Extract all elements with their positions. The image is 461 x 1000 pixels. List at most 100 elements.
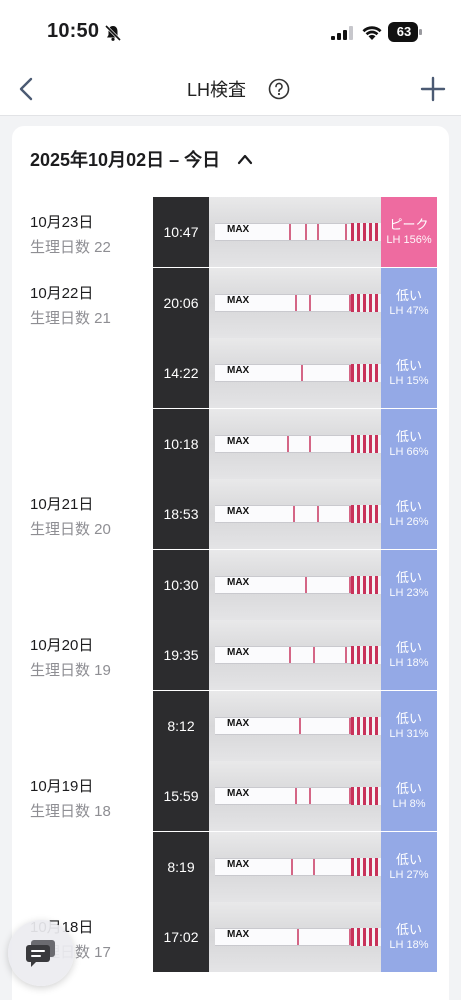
strip-max-label: MAX — [227, 647, 250, 658]
strip-result-line — [305, 224, 307, 240]
battery-level: 63 — [396, 24, 412, 39]
help-icon[interactable] — [268, 78, 290, 100]
strip-result-line — [317, 224, 319, 240]
result-level-label: 低い — [395, 710, 422, 726]
chat-button[interactable] — [8, 920, 74, 986]
result-level-label: 低い — [395, 499, 422, 514]
status-bar: 10:50 63 — [0, 0, 461, 64]
strip-result-line — [301, 365, 303, 381]
strip-sample-tip — [351, 857, 381, 876]
strip-result-line — [305, 576, 307, 593]
strip-result-line — [309, 435, 311, 452]
result-level-label: 低い — [395, 287, 422, 303]
entry-time: 8:19 — [153, 831, 209, 902]
entry-date: 10月23日 — [30, 214, 94, 231]
strip-sample-tip — [351, 575, 381, 594]
lh-test-entry[interactable]: 10月23日 生理日数 22 10:47 MAX ピーク LH 156% — [12, 197, 449, 267]
test-strip-photo[interactable]: MAX — [209, 761, 381, 831]
lh-test-entry[interactable]: 10月19日 生理日数 18 15:59 MAX 低い LH 8% — [12, 761, 449, 831]
cellular-signal-icon — [331, 26, 353, 40]
strip-result-line — [309, 294, 311, 311]
lh-percentage: LH 27% — [389, 868, 429, 881]
entry-cycle-day: 生理日数 19 — [30, 662, 111, 679]
strip-result-line — [313, 647, 315, 663]
add-icon[interactable] — [419, 75, 447, 103]
entry-cycle-day: 生理日数 20 — [30, 521, 111, 538]
lh-test-entry[interactable]: 8:12 MAX 低い LH 31% — [12, 690, 449, 761]
strip-max-label: MAX — [227, 224, 250, 235]
result-level-label: 低い — [395, 569, 422, 585]
lh-percentage: LH 23% — [389, 586, 429, 599]
lh-percentage: LH 18% — [389, 939, 429, 951]
bell-muted-icon — [104, 24, 122, 42]
result-level-label: 低い — [395, 640, 422, 655]
lh-percentage: LH 47% — [389, 304, 429, 317]
lh-test-entry[interactable]: 10月20日 生理日数 19 19:35 MAX 低い LH 18% — [12, 620, 449, 690]
strip-result-line — [295, 294, 297, 311]
entry-time: 20:06 — [153, 267, 209, 338]
strip-sample-tip — [351, 928, 381, 946]
result-badge: ピーク LH 156% — [381, 197, 437, 267]
lh-percentage: LH 15% — [389, 375, 429, 387]
lh-test-entry[interactable]: 10月22日 生理日数 21 20:06 MAX 低い LH 47% — [12, 267, 449, 338]
entry-date: 10月22日 — [30, 284, 94, 302]
entry-time: 10:18 — [153, 408, 209, 479]
result-level-label: 低い — [395, 358, 422, 373]
entry-date: 10月20日 — [30, 637, 94, 654]
result-badge: 低い LH 18% — [381, 620, 437, 690]
strip-result-line — [309, 788, 311, 804]
lh-test-entry[interactable]: 14:22 MAX 低い LH 15% — [12, 338, 449, 408]
date-range-header[interactable]: 2025年10月02日 – 今日 — [30, 146, 254, 172]
status-time: 10:50 — [47, 20, 100, 42]
strip-sample-tip — [351, 646, 381, 664]
entry-time: 17:02 — [153, 902, 209, 972]
strip-result-line — [297, 929, 299, 945]
entry-time: 10:30 — [153, 549, 209, 620]
lh-test-entry[interactable]: 8:19 MAX 低い LH 27% — [12, 831, 449, 902]
entry-time: 19:35 — [153, 620, 209, 690]
test-strip-photo[interactable]: MAX — [209, 408, 381, 479]
result-level-label: 低い — [395, 428, 422, 444]
strip-result-line — [287, 435, 289, 452]
strip-result-line — [299, 717, 301, 734]
strip-sample-tip — [351, 364, 381, 382]
strip-sample-tip — [351, 505, 381, 523]
result-badge: 低い LH 47% — [381, 267, 437, 338]
entry-date: 10月19日 — [30, 778, 94, 795]
entry-time: 18:53 — [153, 479, 209, 549]
entry-cycle-day: 生理日数 21 — [30, 309, 111, 327]
result-badge: 低い LH 18% — [381, 902, 437, 972]
strip-result-line — [313, 858, 315, 875]
test-strip-photo[interactable]: MAX — [209, 338, 381, 408]
lh-test-entry[interactable]: 10月18日生理日数 1717:02MAX低いLH 18% — [12, 902, 449, 972]
test-strip-photo[interactable]: MAX — [209, 479, 381, 549]
test-strip-photo[interactable]: MAX — [209, 902, 381, 972]
strip-sample-tip — [351, 223, 381, 241]
entry-date: 10月21日 — [30, 496, 94, 513]
test-strip-photo[interactable]: MAX — [209, 197, 381, 267]
chat-icon — [26, 940, 55, 967]
test-strip-photo[interactable]: MAX — [209, 267, 381, 338]
entry-time: 14:22 — [153, 338, 209, 408]
result-level-label: 低い — [395, 851, 422, 867]
chevron-up-icon[interactable] — [236, 152, 254, 166]
lh-test-entry[interactable]: 10月21日 生理日数 20 18:53 MAX 低い LH 26% — [12, 479, 449, 549]
strip-max-label: MAX — [227, 576, 250, 588]
lh-percentage: LH 31% — [389, 727, 429, 740]
result-badge: 低い LH 31% — [381, 690, 437, 761]
test-strip-photo[interactable]: MAX — [209, 690, 381, 761]
strip-sample-tip — [351, 787, 381, 805]
strip-result-line — [345, 647, 347, 663]
lh-test-entry[interactable]: 10:18 MAX 低い LH 66% — [12, 408, 449, 479]
test-strip-photo[interactable]: MAX — [209, 549, 381, 620]
navigation-bar: LH検査 — [0, 64, 461, 116]
lh-test-entry[interactable]: 10:30 MAX 低い LH 23% — [12, 549, 449, 620]
lh-percentage: LH 18% — [389, 657, 429, 669]
strip-result-line — [293, 506, 295, 522]
entry-cycle-day: 生理日数 18 — [30, 803, 111, 820]
wifi-icon — [362, 26, 382, 40]
test-strip-photo[interactable]: MAX — [209, 620, 381, 690]
entry-time: 8:12 — [153, 690, 209, 761]
test-strip-photo[interactable]: MAX — [209, 831, 381, 902]
result-level-label: 低い — [395, 922, 422, 937]
